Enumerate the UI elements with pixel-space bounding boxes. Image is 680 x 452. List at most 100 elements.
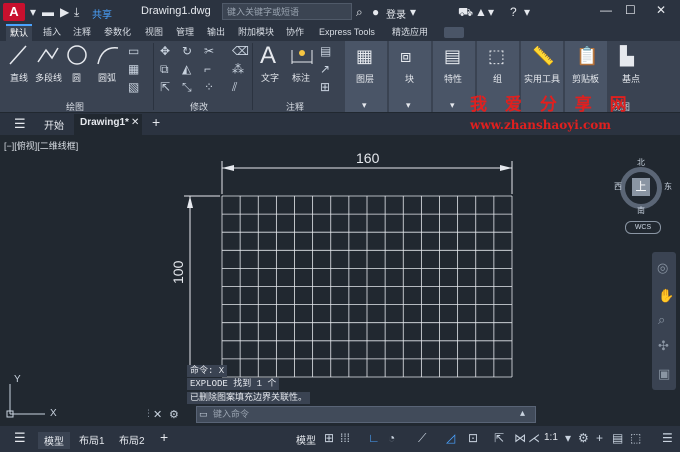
save-icon[interactable]: ⤓ [74, 5, 79, 20]
help-icon[interactable]: ? [510, 5, 517, 19]
login-button[interactable]: 登录 [386, 6, 406, 21]
status-menu-icon[interactable]: ☰ [14, 430, 26, 446]
layer-icon[interactable]: ▦ [356, 46, 373, 67]
menu-icon[interactable]: ☰ [14, 116, 26, 132]
tab-featured-apps[interactable]: 精选应用 [388, 24, 432, 41]
block-icon[interactable]: ⧈ [400, 46, 411, 67]
offset-icon[interactable]: ⫽ [232, 80, 237, 95]
share-button[interactable]: 共享 [92, 6, 112, 21]
login-dropdown-icon[interactable]: ▾ [410, 5, 416, 19]
scale-dropdown-icon[interactable]: ▾ [565, 431, 571, 445]
copy-icon[interactable]: ⧉ [160, 62, 169, 77]
hatch-icon[interactable]: ▦ [128, 62, 139, 76]
selection-cycling-icon[interactable]: ⇱ [494, 431, 504, 445]
tab-parametric[interactable]: 参数化 [100, 24, 135, 41]
command-close-icon[interactable]: ✕ [153, 408, 162, 421]
layout2-tab[interactable]: 布局2 [119, 432, 145, 447]
customization-icon[interactable]: ☰ [662, 431, 673, 445]
app-menu-button[interactable]: A [3, 3, 25, 21]
explode-icon[interactable]: ⁂ [232, 62, 244, 76]
tab-default[interactable]: 默认 [6, 24, 33, 41]
viewcube-north[interactable]: 北 [637, 157, 645, 168]
arc-icon[interactable] [96, 44, 120, 66]
search-icon[interactable]: ⌕ [356, 5, 363, 20]
app-menu-dropdown-icon[interactable]: ▾ [30, 5, 36, 19]
layer-dropdown-icon[interactable]: ▾ [362, 100, 367, 111]
mirror-icon[interactable]: ◭ [182, 62, 191, 76]
tab-output[interactable]: 输出 [203, 24, 229, 41]
close-tab-icon[interactable]: ✕ [131, 117, 139, 128]
fillet-icon[interactable]: ⌐ [204, 62, 211, 76]
base-point-icon[interactable]: ▙ [620, 46, 634, 67]
dimension-tool-label[interactable]: 标注 [292, 71, 310, 84]
tab-insert[interactable]: 插入 [39, 24, 65, 41]
text-style-icon[interactable]: ▤ [320, 44, 331, 58]
arc-tool-label[interactable]: 圆弧 [98, 71, 116, 84]
move-icon[interactable]: ✥ [160, 44, 170, 58]
user-icon[interactable]: ● [372, 5, 379, 19]
command-grip-icon[interactable]: ⋮ [144, 408, 153, 419]
command-input[interactable]: 键入命令 [196, 406, 536, 423]
object-snap-tracking-icon[interactable]: ◿ [446, 431, 455, 445]
showmotion-icon[interactable]: ▣ [658, 366, 670, 382]
viewcube-south[interactable]: 南 [637, 205, 645, 216]
viewcube-east[interactable]: 东 [664, 181, 672, 192]
line-icon[interactable] [8, 44, 28, 66]
model-space-button[interactable]: 模型 [296, 432, 316, 447]
viewcube-top-face[interactable]: 上 [632, 178, 650, 196]
circle-tool-label[interactable]: 圆 [72, 71, 81, 84]
polar-tracking-icon[interactable]: ◔ [388, 431, 395, 445]
layout1-tab[interactable]: 布局1 [79, 432, 105, 447]
help-dropdown-icon[interactable]: ▾ [524, 5, 530, 19]
wcs-button[interactable]: WCS [625, 221, 661, 234]
layer-label[interactable]: 图层 [356, 72, 374, 85]
start-tab[interactable]: 开始 [44, 117, 64, 132]
steering-wheel-icon[interactable]: ◎ [657, 260, 668, 276]
annotation-scale[interactable]: 1:1 [544, 432, 558, 443]
maximize-icon[interactable]: ☐ [625, 3, 636, 17]
text-icon[interactable]: A [260, 42, 276, 70]
rotate-icon[interactable]: ↻ [182, 44, 192, 58]
workspace-icon[interactable]: ⚙ [578, 431, 589, 445]
group-label[interactable]: 组 [493, 72, 502, 85]
clipboard-icon[interactable]: 📋 [576, 46, 598, 67]
leader-icon[interactable]: ↗ [320, 62, 330, 76]
model-tab[interactable]: 模型 [38, 432, 70, 449]
zoom-icon[interactable]: ⌕ [658, 312, 665, 328]
modify-panel-title[interactable]: 修改 [190, 100, 208, 113]
drawing-tab[interactable]: Drawing1* [80, 117, 129, 128]
rectangle-icon[interactable]: ▭ [128, 44, 139, 58]
text-tool-label[interactable]: 文字 [261, 71, 279, 84]
cart-icon[interactable]: ⛟ [458, 5, 473, 21]
table-icon[interactable]: ⊞ [320, 80, 330, 94]
annotation-panel-title[interactable]: 注释 [286, 100, 304, 113]
block-label[interactable]: 块 [405, 72, 414, 85]
orbit-icon[interactable]: ✣ [658, 338, 669, 354]
tab-express-tools[interactable]: Express Tools [315, 24, 379, 41]
stretch-icon[interactable]: ⇱ [160, 80, 170, 94]
ribbon-toggle-button[interactable] [444, 27, 464, 38]
auto-scale-icon[interactable]: ⋌ [528, 431, 540, 445]
units-icon[interactable]: ▤ [612, 431, 623, 445]
block-dropdown-icon[interactable]: ▾ [406, 100, 411, 111]
annotation-monitor-icon[interactable]: + [596, 431, 603, 445]
add-layout-icon[interactable]: + [160, 429, 168, 445]
search-input[interactable]: 键入关键字或短语 [222, 3, 352, 20]
erase-icon[interactable]: ⌫ [232, 44, 249, 58]
close-icon[interactable]: ✕ [656, 3, 666, 17]
ortho-icon[interactable]: ∟ [368, 431, 380, 445]
connect-dropdown-icon[interactable]: ▾ [488, 5, 494, 19]
properties-dropdown-icon[interactable]: ▾ [450, 100, 455, 111]
tab-addins[interactable]: 附加模块 [234, 24, 278, 41]
polyline-icon[interactable] [36, 44, 60, 66]
properties-label[interactable]: 特性 [444, 72, 462, 85]
minimize-icon[interactable]: — [600, 3, 612, 17]
isodraft-icon[interactable]: ⟋ [418, 431, 426, 446]
pan-icon[interactable]: ✋ [658, 288, 674, 304]
array-icon[interactable]: ⁘ [204, 80, 214, 94]
group-icon[interactable]: ⬚ [488, 46, 505, 67]
polyline-tool-label[interactable]: 多段线 [35, 71, 62, 84]
new-tab-icon[interactable]: + [152, 114, 160, 130]
command-history-dropdown-icon[interactable]: ▴ [520, 408, 525, 419]
base-point-label[interactable]: 基点 [622, 72, 640, 85]
